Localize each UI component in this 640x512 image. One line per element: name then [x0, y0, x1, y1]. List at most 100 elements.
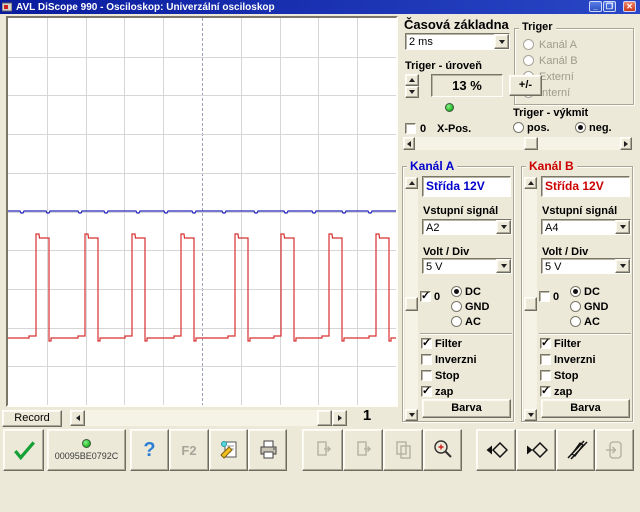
- channel-a-scroll-up-button[interactable]: [405, 177, 418, 189]
- confirm-button[interactable]: [3, 429, 44, 471]
- close-icon: ✕: [626, 1, 633, 11]
- trigger-level-up-button[interactable]: [405, 74, 419, 86]
- arrow-right-icon: [337, 415, 342, 421]
- exit-button-disabled[interactable]: [595, 429, 634, 471]
- chevron-down-icon: [500, 225, 507, 229]
- channel-a-gnd-radio[interactable]: [451, 301, 462, 312]
- channel-b-input-select[interactable]: A4: [541, 219, 631, 235]
- f2-button[interactable]: F2: [169, 429, 209, 471]
- channel-b-inverzni-checkbox[interactable]: [540, 354, 551, 365]
- channel-b-input-dropdown-button[interactable]: [615, 220, 630, 234]
- channel-b-voltdiv-select[interactable]: 5 V: [541, 258, 631, 274]
- channel-b-inverzni-label: Inverzni: [554, 354, 596, 366]
- zoom-button[interactable]: [423, 429, 462, 471]
- next-marker-button[interactable]: [516, 429, 556, 471]
- f2-label: F2: [181, 442, 197, 458]
- channel-b-filter-checkbox[interactable]: [540, 336, 551, 349]
- help-button[interactable]: ?: [130, 429, 169, 471]
- channel-a-color-button[interactable]: Barva: [422, 399, 511, 418]
- channel-a-ac-radio[interactable]: [451, 316, 462, 327]
- channel-b-stop-checkbox[interactable]: [540, 370, 551, 381]
- trigger-level-down-button[interactable]: [405, 86, 419, 98]
- trigger-level-sign-button[interactable]: +/-: [509, 75, 542, 96]
- channel-a-ac-label: AC: [465, 316, 481, 328]
- divider: [420, 333, 512, 335]
- channel-b-position-scrollbar[interactable]: [524, 177, 537, 421]
- channel-b-stop-label: Stop: [554, 370, 579, 382]
- close-button[interactable]: ✕: [623, 1, 636, 12]
- xpos-scrollbar[interactable]: [403, 137, 632, 150]
- channel-a-voltdiv-select[interactable]: 5 V: [422, 258, 512, 274]
- record-scroll-right-button[interactable]: [332, 410, 347, 426]
- channel-a-dc-radio[interactable]: [451, 286, 462, 297]
- export-curve-1-button-disabled[interactable]: [302, 429, 343, 471]
- xpos-scroll-left-button[interactable]: [403, 137, 415, 150]
- channel-b-filter-label: Filter: [554, 338, 581, 350]
- prev-marker-button[interactable]: [476, 429, 516, 471]
- channel-a-voltdiv-dropdown-button[interactable]: [496, 259, 511, 273]
- channel-b-scroll-down-button[interactable]: [524, 409, 537, 421]
- channel-a-stop-checkbox[interactable]: [421, 370, 432, 381]
- channel-b-dc-radio[interactable]: [570, 286, 581, 297]
- slope-pos-radio[interactable]: [513, 122, 524, 133]
- channel-a-input-dropdown-button[interactable]: [496, 220, 511, 234]
- channel-a-position-scrollbar[interactable]: [405, 177, 418, 421]
- channel-b-voltdiv-dropdown-button[interactable]: [615, 259, 630, 273]
- channel-a-filter-checkbox[interactable]: [421, 336, 432, 349]
- trigger-led-icon: [445, 103, 454, 112]
- document-edit-icon: [219, 441, 236, 459]
- trigger-source-kanal-b-radio[interactable]: [523, 55, 534, 66]
- export-curve-2-button-disabled[interactable]: [343, 429, 383, 471]
- channel-b-name-input[interactable]: Střída 12V: [541, 176, 630, 197]
- maximize-icon: ❐: [605, 1, 614, 11]
- print-button[interactable]: [248, 429, 287, 471]
- status-led-icon: [82, 439, 91, 448]
- channel-b-ac-label: AC: [584, 316, 600, 328]
- channel-b-zap-checkbox[interactable]: [540, 384, 551, 397]
- device-status-button[interactable]: 00095BE0792C: [47, 429, 126, 471]
- timebase-select[interactable]: 2 ms: [405, 33, 510, 50]
- waveform-canvas: [8, 18, 396, 405]
- channel-b-gnd-radio[interactable]: [570, 301, 581, 312]
- slope-neg-radio[interactable]: [575, 122, 586, 133]
- xpos-zero-checkbox[interactable]: [405, 123, 416, 134]
- maximize-button[interactable]: ❐: [603, 1, 616, 12]
- trigger-source-kanal-a-radio[interactable]: [523, 39, 534, 50]
- channel-a-name-input[interactable]: Střída 12V: [422, 176, 511, 197]
- exit-icon: [605, 441, 622, 459]
- channel-a-input-select[interactable]: A2: [422, 219, 512, 235]
- channel-b-scroll-up-button[interactable]: [524, 177, 537, 189]
- record-label: Record: [14, 412, 50, 424]
- channel-b-zero-label: 0: [553, 291, 560, 303]
- channel-b-scrollbar-thumb[interactable]: [524, 297, 537, 311]
- arrow-up-icon: [408, 181, 415, 185]
- channel-a-scroll-down-button[interactable]: [405, 409, 418, 421]
- channel-a-inverzni-checkbox[interactable]: [421, 354, 432, 365]
- timebase-dropdown-button[interactable]: [494, 34, 509, 49]
- chevron-down-icon: [498, 39, 505, 44]
- channel-b-ac-radio[interactable]: [570, 316, 581, 327]
- xpos-scrollbar-thumb[interactable]: [524, 137, 538, 150]
- record-scroll-left-button[interactable]: [70, 410, 85, 426]
- record-scrollbar-thumb[interactable]: [317, 410, 332, 426]
- channel-a-scrollbar-thumb[interactable]: [405, 297, 418, 311]
- channel-a-stop-label: Stop: [435, 370, 460, 382]
- channel-a-zero-label: 0: [434, 291, 441, 303]
- chevron-down-icon: [619, 264, 626, 268]
- record-scrollbar[interactable]: [70, 410, 347, 426]
- trigger-source-interni-label: Interní: [539, 87, 571, 99]
- channel-a-zero-checkbox[interactable]: [420, 289, 431, 302]
- minimize-button[interactable]: _: [589, 1, 602, 12]
- record-button[interactable]: Record: [2, 410, 62, 427]
- channel-a-dc-label: DC: [465, 286, 481, 298]
- edit-notes-button[interactable]: [209, 429, 248, 471]
- toggle-annotation-button[interactable]: [556, 429, 595, 471]
- channel-b-color-button[interactable]: Barva: [541, 399, 630, 418]
- xpos-scroll-right-button[interactable]: [620, 137, 632, 150]
- timebase-value: 2 ms: [409, 36, 433, 48]
- channel-b-zero-checkbox[interactable]: [539, 291, 550, 302]
- trigger-level-label: Triger - úroveň: [405, 60, 483, 72]
- printer-icon: [260, 440, 276, 459]
- copy-pages-button-disabled[interactable]: [383, 429, 423, 471]
- channel-a-zap-checkbox[interactable]: [421, 384, 432, 397]
